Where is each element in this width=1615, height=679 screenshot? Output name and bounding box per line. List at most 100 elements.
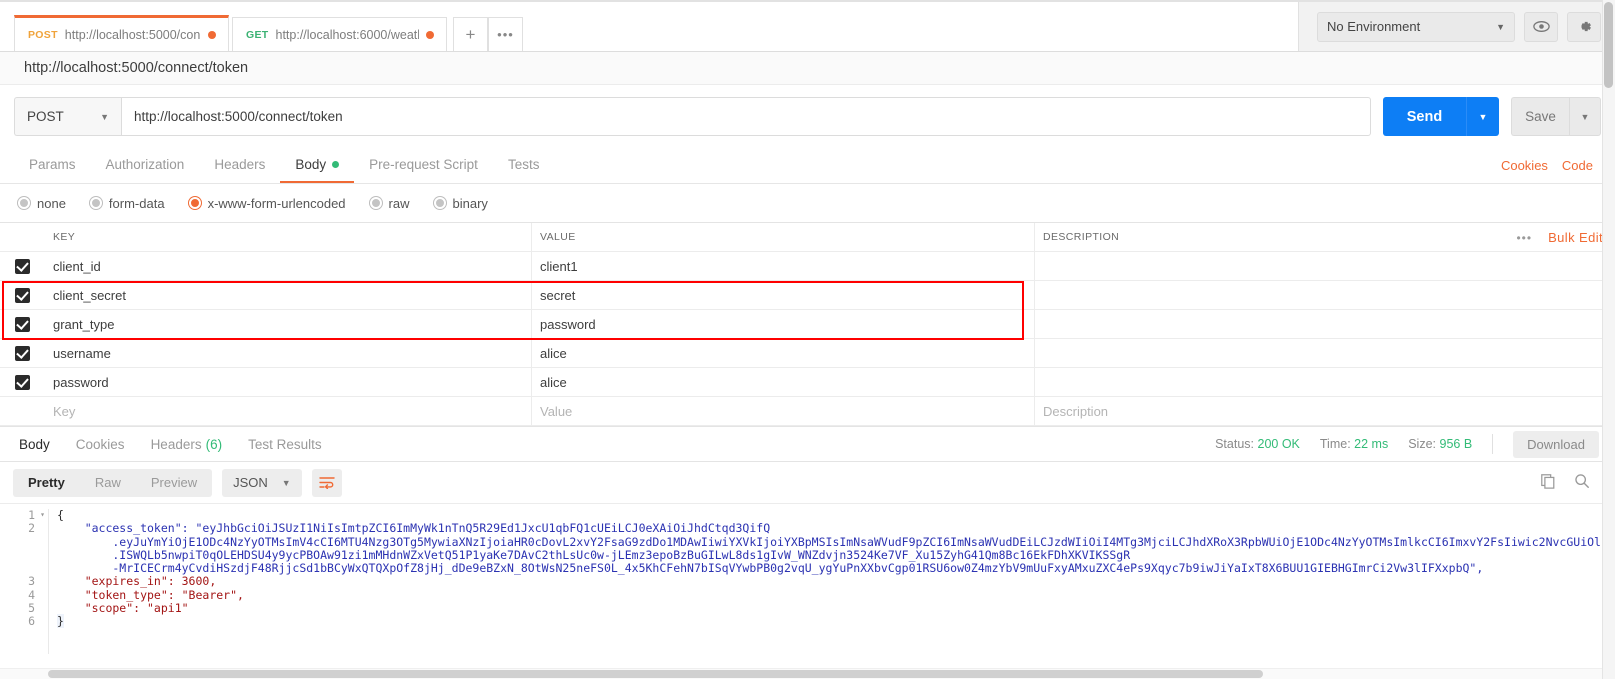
request-url-input[interactable]: http://localhost:5000/connect/token xyxy=(121,97,1371,136)
response-tab-body[interactable]: Body xyxy=(6,426,63,462)
checkbox-checked-icon[interactable] xyxy=(14,374,30,390)
row-key[interactable]: client_id xyxy=(45,252,532,280)
row-value[interactable]: alice xyxy=(532,368,1035,396)
checkbox-checked-icon[interactable] xyxy=(14,345,30,361)
checkbox-checked-icon[interactable] xyxy=(14,258,30,274)
row-value[interactable]: password xyxy=(532,310,1035,338)
row-key[interactable]: password xyxy=(45,368,532,396)
body-type-urlencoded[interactable]: x-www-form-urlencoded xyxy=(188,195,346,211)
tab-label: Test Results xyxy=(248,436,322,452)
code-horizontal-scrollbar[interactable] xyxy=(0,668,1602,679)
status-label: Status: xyxy=(1215,437,1255,451)
row-checkbox-cell[interactable] xyxy=(0,368,45,396)
row-description[interactable] xyxy=(1035,339,1615,367)
response-tab-headers[interactable]: Headers (6) xyxy=(138,426,236,462)
table-row[interactable]: grant_type password xyxy=(0,310,1615,339)
row-key[interactable]: client_secret xyxy=(45,281,532,309)
table-empty-row[interactable]: Key Value Description xyxy=(0,397,1615,426)
checkbox-checked-icon[interactable] xyxy=(14,287,30,303)
table-options-icon[interactable]: ••• xyxy=(1516,231,1532,245)
save-options-button[interactable]: ▼ xyxy=(1569,97,1601,136)
tab-headers[interactable]: Headers xyxy=(199,148,280,183)
tab-tests[interactable]: Tests xyxy=(493,148,555,183)
new-tab-button[interactable]: + xyxy=(453,17,488,51)
tab-label: Body xyxy=(295,157,327,172)
tab-pre-request-script[interactable]: Pre-request Script xyxy=(354,148,493,183)
search-button[interactable] xyxy=(1574,473,1590,492)
view-mode-pretty[interactable]: Pretty xyxy=(13,469,80,497)
code-link[interactable]: Code xyxy=(1562,158,1593,173)
row-description[interactable] xyxy=(1035,281,1615,309)
empty-row-key[interactable]: Key xyxy=(45,397,532,425)
download-button[interactable]: Download xyxy=(1513,430,1599,458)
response-json-code[interactable]: { "access_token": "eyJhbGciOiJSUzI1NiIsI… xyxy=(48,509,1615,654)
line-number: 2 xyxy=(28,521,35,536)
row-description[interactable] xyxy=(1035,368,1615,396)
response-tab-cookies[interactable]: Cookies xyxy=(63,426,138,462)
checkbox-checked-icon[interactable] xyxy=(14,316,30,332)
table-row[interactable]: client_secret secret xyxy=(0,281,1615,310)
request-tab-get[interactable]: GET http://localhost:6000/weatherfor xyxy=(232,17,447,51)
row-checkbox-cell[interactable] xyxy=(0,252,45,280)
copy-button[interactable] xyxy=(1540,473,1556,492)
row-value[interactable]: alice xyxy=(532,339,1035,367)
scrollbar-thumb[interactable] xyxy=(1604,2,1613,88)
tab-params[interactable]: Params xyxy=(14,148,91,183)
row-key[interactable]: username xyxy=(45,339,532,367)
row-value[interactable]: secret xyxy=(532,281,1035,309)
body-type-form-data[interactable]: form-data xyxy=(89,196,165,211)
row-checkbox-cell[interactable] xyxy=(0,281,45,309)
body-type-label: x-www-form-urlencoded xyxy=(207,195,346,211)
request-tab-url: http://localhost:6000/weatherfor xyxy=(275,27,420,42)
request-tab-method: POST xyxy=(28,28,58,41)
body-type-raw[interactable]: raw xyxy=(369,196,410,211)
row-value[interactable]: client1 xyxy=(532,252,1035,280)
tab-options-button[interactable]: ••• xyxy=(488,17,523,51)
view-mode-preview[interactable]: Preview xyxy=(136,469,212,497)
status-value: 200 OK xyxy=(1257,437,1300,451)
request-section-tabs: Params Authorization Headers Body Pre-re… xyxy=(0,148,1615,184)
table-row[interactable]: username alice xyxy=(0,339,1615,368)
row-checkbox-cell[interactable] xyxy=(0,339,45,367)
send-options-button[interactable]: ▼ xyxy=(1466,97,1499,136)
row-description[interactable] xyxy=(1035,310,1615,338)
body-type-binary[interactable]: binary xyxy=(433,196,488,211)
response-tab-test-results[interactable]: Test Results xyxy=(235,426,335,462)
view-mode-raw[interactable]: Raw xyxy=(80,469,136,497)
save-button[interactable]: Save xyxy=(1511,97,1569,136)
row-checkbox-cell[interactable] xyxy=(0,397,45,425)
environment-quick-look-button[interactable] xyxy=(1524,11,1558,42)
http-method-selector[interactable]: POST ▼ xyxy=(14,97,121,136)
header-description: DESCRIPTION ••• Bulk Edit xyxy=(1035,223,1615,251)
code-line-6: "token_type": "Bearer", xyxy=(57,587,244,602)
response-body-viewer[interactable]: 1 2 3 4 5 6 { "access_token": "eyJhbGciO… xyxy=(0,504,1615,654)
header-value: VALUE xyxy=(532,223,1035,251)
row-key[interactable]: grant_type xyxy=(45,310,532,338)
window-vertical-scrollbar[interactable] xyxy=(1602,0,1615,679)
scrollbar-thumb[interactable] xyxy=(48,670,1263,678)
bulk-edit-link[interactable]: Bulk Edit xyxy=(1548,230,1603,245)
table-row[interactable]: client_id client1 xyxy=(0,252,1615,281)
settings-button[interactable] xyxy=(1567,11,1601,42)
environment-selector[interactable]: No Environment ▼ xyxy=(1317,11,1515,42)
empty-row-description[interactable]: Description xyxy=(1035,397,1615,425)
table-row[interactable]: password alice xyxy=(0,368,1615,397)
request-tabs-links: Cookies Code xyxy=(1501,148,1601,183)
body-type-none[interactable]: none xyxy=(18,196,66,211)
row-description[interactable] xyxy=(1035,252,1615,280)
plus-icon: + xyxy=(465,24,476,44)
request-tab-post[interactable]: POST http://localhost:5000/connect/t xyxy=(14,15,229,51)
format-selector[interactable]: JSON ▼ xyxy=(222,468,302,497)
empty-row-value[interactable]: Value xyxy=(532,397,1035,425)
send-button[interactable]: Send xyxy=(1383,97,1466,136)
tab-body[interactable]: Body xyxy=(280,148,355,183)
body-present-dot-icon xyxy=(332,161,340,168)
cookies-link[interactable]: Cookies xyxy=(1501,158,1548,173)
tab-authorization[interactable]: Authorization xyxy=(91,148,200,183)
response-meta: Status: 200 OK Time: 22 ms Size: 956 B D… xyxy=(1215,430,1609,458)
word-wrap-button[interactable] xyxy=(311,468,342,497)
row-checkbox-cell[interactable] xyxy=(0,310,45,338)
chevron-down-icon: ▼ xyxy=(281,477,291,488)
header-key: KEY xyxy=(45,223,532,251)
chevron-down-icon: ▼ xyxy=(1496,21,1505,32)
